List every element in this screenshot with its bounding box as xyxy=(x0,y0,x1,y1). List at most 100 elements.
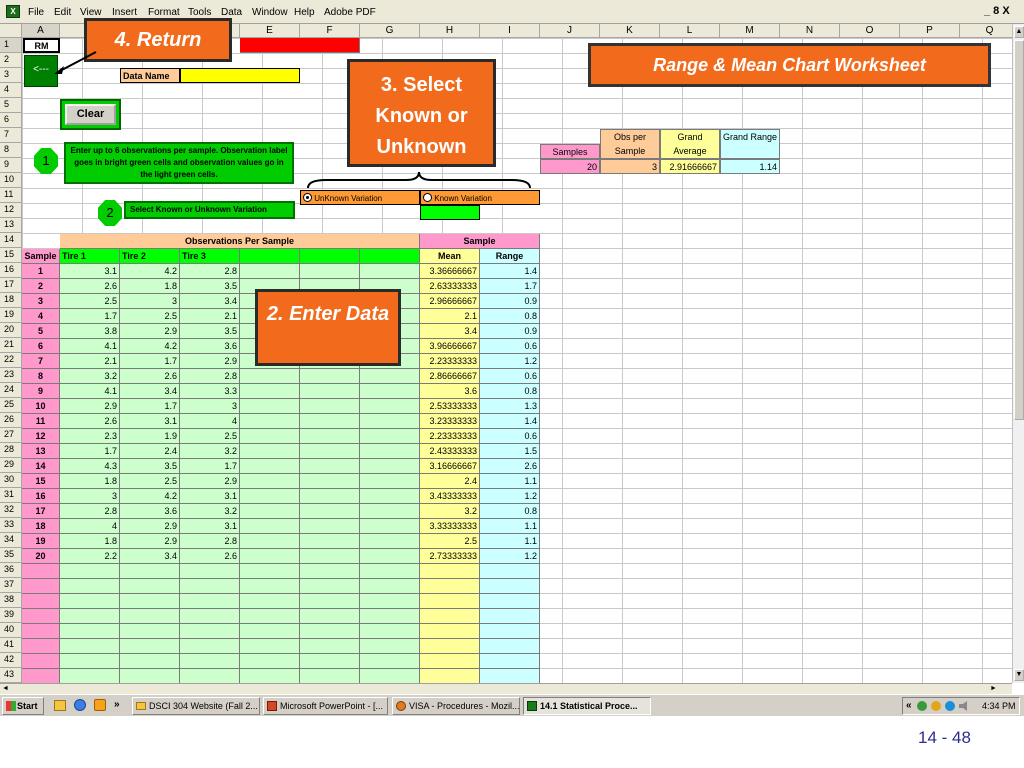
menu-insert[interactable]: Insert xyxy=(112,7,137,18)
tire1-cell[interactable]: 1.8 xyxy=(60,534,120,549)
obs5-cell[interactable] xyxy=(300,654,360,669)
row-header-31[interactable]: 31 xyxy=(0,488,22,503)
obs6-cell[interactable] xyxy=(360,669,420,684)
obs5-cell[interactable] xyxy=(300,384,360,399)
obs4-cell[interactable] xyxy=(240,489,300,504)
column-header-k[interactable]: K xyxy=(600,24,660,38)
obs5-cell[interactable] xyxy=(300,639,360,654)
quick-launch-folder-icon[interactable] xyxy=(54,700,66,711)
obs6-cell[interactable] xyxy=(360,414,420,429)
column-header-o[interactable]: O xyxy=(840,24,900,38)
row-header-3[interactable]: 3 xyxy=(0,68,22,83)
obs6-cell[interactable] xyxy=(360,369,420,384)
row-header-28[interactable]: 28 xyxy=(0,443,22,458)
column-header-l[interactable]: L xyxy=(660,24,720,38)
row-header-5[interactable]: 5 xyxy=(0,98,22,113)
row-header-30[interactable]: 30 xyxy=(0,473,22,488)
row-header-40[interactable]: 40 xyxy=(0,623,22,638)
obs6-cell[interactable] xyxy=(360,654,420,669)
row-header-18[interactable]: 18 xyxy=(0,293,22,308)
tire2-cell[interactable]: 2.9 xyxy=(120,519,180,534)
row-header-29[interactable]: 29 xyxy=(0,458,22,473)
column-header-e[interactable]: E xyxy=(240,24,300,38)
obs5-cell[interactable] xyxy=(300,669,360,684)
tire3-cell[interactable]: 4 xyxy=(180,414,240,429)
tire1-cell[interactable] xyxy=(60,654,120,669)
tire1-cell[interactable]: 4.1 xyxy=(60,339,120,354)
tire3-cell[interactable]: 3.1 xyxy=(180,489,240,504)
scroll-right-icon[interactable]: ► xyxy=(990,684,1000,694)
known-variation-option[interactable]: Known Variation xyxy=(420,190,540,205)
tire2-cell[interactable] xyxy=(120,639,180,654)
obs4-cell[interactable] xyxy=(240,579,300,594)
obs4-cell[interactable] xyxy=(240,429,300,444)
row-header-24[interactable]: 24 xyxy=(0,383,22,398)
tray-expand-icon[interactable]: « xyxy=(906,700,912,711)
tire3-cell[interactable]: 2.1 xyxy=(180,309,240,324)
obs6-cell[interactable] xyxy=(360,504,420,519)
start-button[interactable]: Start xyxy=(2,697,44,715)
tire3-cell[interactable] xyxy=(180,609,240,624)
menu-edit[interactable]: Edit xyxy=(54,7,71,18)
select-all-corner[interactable] xyxy=(0,24,22,38)
tray-update-icon[interactable] xyxy=(931,701,941,711)
row-header-27[interactable]: 27 xyxy=(0,428,22,443)
tire3-cell[interactable]: 3.6 xyxy=(180,339,240,354)
tire3-cell[interactable] xyxy=(180,579,240,594)
tire2-cell[interactable]: 2.4 xyxy=(120,444,180,459)
tray-security-icon[interactable] xyxy=(945,701,955,711)
row-header-36[interactable]: 36 xyxy=(0,563,22,578)
tire3-cell[interactable]: 3.5 xyxy=(180,324,240,339)
unknown-variation-option[interactable]: UnKnown Variation xyxy=(300,190,420,205)
tire3-cell[interactable]: 2.8 xyxy=(180,534,240,549)
column-header-j[interactable]: J xyxy=(540,24,600,38)
tire2-cell[interactable]: 1.7 xyxy=(120,399,180,414)
menu-file[interactable]: File xyxy=(28,7,44,18)
row-header-12[interactable]: 12 xyxy=(0,203,22,218)
obs6-cell[interactable] xyxy=(360,579,420,594)
tire1-cell[interactable] xyxy=(60,564,120,579)
row-header-4[interactable]: 4 xyxy=(0,83,22,98)
row-header-22[interactable]: 22 xyxy=(0,353,22,368)
obs4-cell[interactable] xyxy=(240,474,300,489)
tire1-cell[interactable] xyxy=(60,579,120,594)
tire2-cell[interactable]: 4.2 xyxy=(120,489,180,504)
tire2-cell[interactable]: 1.7 xyxy=(120,354,180,369)
tire1-cell[interactable]: 1.7 xyxy=(60,309,120,324)
row-header-11[interactable]: 11 xyxy=(0,188,22,203)
obs4-cell[interactable] xyxy=(240,594,300,609)
row-header-37[interactable]: 37 xyxy=(0,578,22,593)
obs4-cell[interactable] xyxy=(240,264,300,279)
tire2-cell[interactable] xyxy=(120,594,180,609)
menu-data[interactable]: Data xyxy=(221,7,242,18)
menu-tools[interactable]: Tools xyxy=(188,7,211,18)
obs5-cell[interactable] xyxy=(300,489,360,504)
tire1-cell[interactable]: 3.1 xyxy=(60,264,120,279)
tire1-cell[interactable]: 1.8 xyxy=(60,474,120,489)
obs6-cell[interactable] xyxy=(360,564,420,579)
row-header-32[interactable]: 32 xyxy=(0,503,22,518)
tire3-cell[interactable] xyxy=(180,624,240,639)
row-header-43[interactable]: 43 xyxy=(0,668,22,683)
obs4-cell[interactable] xyxy=(240,609,300,624)
tire2-cell[interactable]: 2.9 xyxy=(120,324,180,339)
obs4-cell[interactable] xyxy=(240,444,300,459)
tire2-cell[interactable]: 3.1 xyxy=(120,414,180,429)
scroll-up-icon[interactable]: ▲ xyxy=(1014,26,1024,38)
obs4-cell[interactable] xyxy=(240,414,300,429)
row-header-21[interactable]: 21 xyxy=(0,338,22,353)
tire3-cell[interactable]: 1.7 xyxy=(180,459,240,474)
row-header-41[interactable]: 41 xyxy=(0,638,22,653)
tire3-cell[interactable]: 3.3 xyxy=(180,384,240,399)
obs5-cell[interactable] xyxy=(300,264,360,279)
tire2-cell[interactable]: 3.4 xyxy=(120,549,180,564)
volume-icon[interactable] xyxy=(959,701,967,711)
tray-network-icon[interactable] xyxy=(917,701,927,711)
obs4-cell[interactable] xyxy=(240,519,300,534)
tire3-cell[interactable]: 2.5 xyxy=(180,429,240,444)
tire2-cell[interactable] xyxy=(120,564,180,579)
column-header-f[interactable]: F xyxy=(300,24,360,38)
tire2-cell[interactable] xyxy=(120,609,180,624)
tire3-cell[interactable] xyxy=(180,594,240,609)
taskbar-btn-website[interactable]: DSCI 304 Website (Fall 2... xyxy=(132,697,260,715)
